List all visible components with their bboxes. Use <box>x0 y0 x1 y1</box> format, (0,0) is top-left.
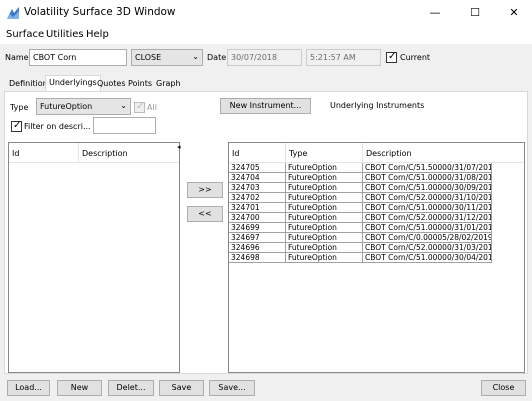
cell-type: FutureOption <box>286 233 363 243</box>
underlying-instruments-label: Underlying Instruments <box>330 101 425 110</box>
cell-id: 324705 <box>229 163 286 173</box>
cell-description: CBOT Corn/C/51.00000/31/01/2019 <box>363 223 492 233</box>
tab-underlyings[interactable]: Underlyings <box>45 75 101 92</box>
available-instruments-list[interactable]: Id Description <box>8 142 180 373</box>
column-header-description[interactable]: Description <box>363 143 524 163</box>
list-header: Id Description <box>9 143 179 163</box>
price-type-dropdown[interactable]: CLOSE ⌄ <box>131 49 203 66</box>
column-header-id[interactable]: Id <box>9 143 79 163</box>
tab-points[interactable]: Points <box>125 77 155 91</box>
cell-id: 324700 <box>229 213 286 223</box>
new-button[interactable]: New <box>57 380 102 396</box>
filter-label: Filter on descri... <box>24 122 91 131</box>
cell-type: FutureOption <box>286 213 363 223</box>
table-row[interactable]: 324703 FutureOption CBOT Corn/C/51.00000/3… <box>229 183 524 193</box>
cell-description: CBOT Corn/C/52.00000/31/03/2019 <box>363 243 492 253</box>
table-row[interactable]: 324701 FutureOption CBOT Corn/C/51.00000/3… <box>229 203 524 213</box>
save-button[interactable]: Save <box>159 380 204 396</box>
date-label: Date <box>207 53 227 62</box>
table-row[interactable]: 324698 FutureOption CBOT Corn/C/51.00000/3… <box>229 253 524 263</box>
splitter-handle[interactable]: ◂ <box>177 143 181 151</box>
menu-help[interactable]: Help <box>86 29 109 40</box>
remove-instrument-button[interactable]: << <box>187 206 223 222</box>
cell-description: CBOT Corn/C/52.00000/31/12/2018 <box>363 213 492 223</box>
table-row[interactable]: 324700 FutureOption CBOT Corn/C/52.00000/3… <box>229 213 524 223</box>
date-field[interactable]: 30/07/2018 <box>227 49 302 66</box>
cell-description: CBOT Corn/C/51.50000/31/07/2018 <box>363 163 492 173</box>
table-row[interactable]: 324705 FutureOption CBOT Corn/C/51.50000/3… <box>229 163 524 173</box>
cell-type: FutureOption <box>286 193 363 203</box>
cell-description: CBOT Corn/C/51.00000/31/08/2018 <box>363 173 492 183</box>
filter-checkbox[interactable] <box>11 120 22 132</box>
type-dropdown[interactable]: FutureOption ⌄ <box>36 98 131 115</box>
new-instrument-button[interactable]: New Instrument... <box>220 98 311 114</box>
all-label: All <box>147 103 157 112</box>
chevron-down-icon: ⌄ <box>120 101 127 110</box>
cell-id: 324703 <box>229 183 286 193</box>
table-row[interactable]: 324704 FutureOption CBOT Corn/C/51.00000/3… <box>229 173 524 183</box>
window-title: Volatility Surface 3D Window <box>24 6 176 18</box>
maximize-button[interactable]: ☐ <box>455 0 495 26</box>
close-button[interactable]: Close <box>481 380 526 396</box>
filter-input[interactable] <box>93 117 156 134</box>
name-field[interactable]: CBOT Corn <box>29 49 127 66</box>
save-as-button[interactable]: Save... <box>209 380 255 396</box>
cell-id: 324698 <box>229 253 286 263</box>
chevron-down-icon: ⌄ <box>192 52 199 61</box>
load-button[interactable]: Load... <box>7 380 50 396</box>
cell-type: FutureOption <box>286 173 363 183</box>
menu-bar: Surface Utilities Help <box>0 26 532 44</box>
underlying-instruments-table[interactable]: Id Type Description 324705 FutureOption CB… <box>228 142 525 373</box>
current-label: Current <box>400 53 431 62</box>
cell-type: FutureOption <box>286 223 363 233</box>
cell-type: FutureOption <box>286 253 363 263</box>
close-window-button[interactable]: ✕ <box>494 0 532 26</box>
cell-id: 324696 <box>229 243 286 253</box>
minimize-button[interactable]: — <box>415 0 455 26</box>
type-value: FutureOption <box>40 102 93 111</box>
cell-id: 324702 <box>229 193 286 203</box>
cell-type: FutureOption <box>286 163 363 173</box>
tab-graph[interactable]: Graph <box>153 77 184 91</box>
column-header-id[interactable]: Id <box>229 143 286 163</box>
time-field[interactable]: 5:21:57 AM <box>306 49 381 66</box>
cell-description: CBOT Corn/C/51.00000/30/11/2018 <box>363 203 492 213</box>
cell-type: FutureOption <box>286 183 363 193</box>
cell-id: 324701 <box>229 203 286 213</box>
cell-type: FutureOption <box>286 203 363 213</box>
cell-id: 324699 <box>229 223 286 233</box>
all-checkbox[interactable] <box>134 101 145 113</box>
table-row[interactable]: 324697 FutureOption CBOT Corn/C/0.00005/28… <box>229 233 524 243</box>
menu-utilities[interactable]: Utilities <box>46 29 84 40</box>
cell-description: CBOT Corn/C/0.00005/28/02/2019 <box>363 233 492 243</box>
table-row[interactable]: 324699 FutureOption CBOT Corn/C/51.00000/3… <box>229 223 524 233</box>
menu-surface[interactable]: Surface <box>6 29 44 40</box>
cell-id: 324697 <box>229 233 286 243</box>
app-chart-icon <box>7 7 19 19</box>
tab-quotes[interactable]: Quotes <box>94 77 129 91</box>
cell-description: CBOT Corn/C/51.00000/30/04/2019 <box>363 253 492 263</box>
cell-id: 324704 <box>229 173 286 183</box>
price-type-value: CLOSE <box>135 53 162 62</box>
table-row[interactable]: 324696 FutureOption CBOT Corn/C/52.00000/3… <box>229 243 524 253</box>
cell-description: CBOT Corn/C/51.00000/30/09/2018 <box>363 183 492 193</box>
type-label: Type <box>10 103 29 112</box>
column-header-description[interactable]: Description <box>79 143 179 163</box>
cell-type: FutureOption <box>286 243 363 253</box>
table-row[interactable]: 324702 FutureOption CBOT Corn/C/52.00000/3… <box>229 193 524 203</box>
title-bar: Volatility Surface 3D Window — ☐ ✕ <box>0 0 532 26</box>
cell-description: CBOT Corn/C/52.00000/31/10/2018 <box>363 193 492 203</box>
delete-button[interactable]: Delet... <box>108 380 154 396</box>
column-header-type[interactable]: Type <box>286 143 363 163</box>
current-checkbox[interactable] <box>386 51 397 63</box>
name-label: Name <box>5 53 29 62</box>
table-body: 324705 FutureOption CBOT Corn/C/51.50000/3… <box>229 163 524 263</box>
add-instrument-button[interactable]: >> <box>187 182 223 198</box>
table-header: Id Type Description <box>229 143 524 163</box>
